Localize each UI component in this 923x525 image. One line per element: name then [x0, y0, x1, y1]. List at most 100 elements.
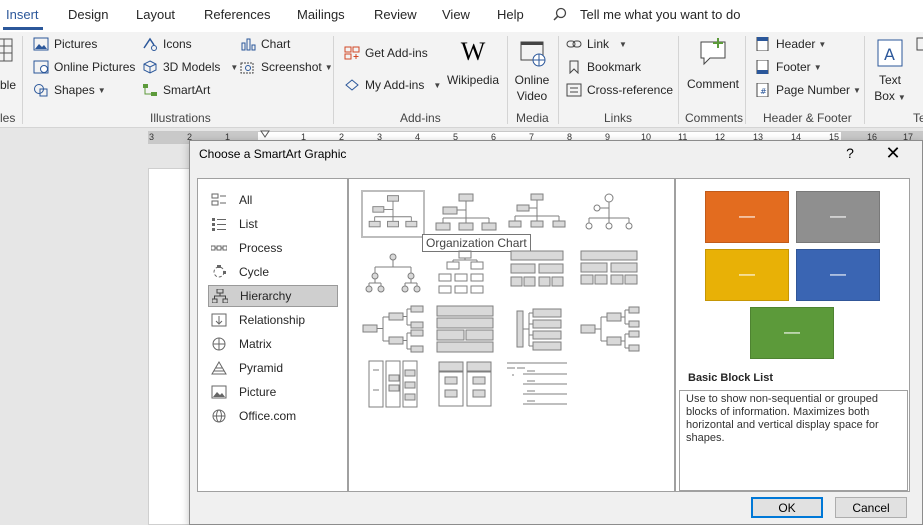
cancel-button[interactable]: Cancel	[835, 497, 907, 518]
comment-button[interactable]: Comment	[684, 36, 742, 92]
tab-help[interactable]: Help	[497, 7, 524, 22]
matrix-icon	[212, 337, 226, 351]
layout-half-circle-org-chart[interactable]	[505, 190, 569, 238]
layout-horizontal-organization-chart[interactable]	[505, 305, 569, 353]
store-icon	[344, 46, 360, 60]
help-button[interactable]: ?	[842, 145, 858, 161]
separator	[558, 36, 559, 124]
category-pyramid[interactable]: Pyramid	[208, 357, 338, 379]
layout-gallery: Organization Chart	[348, 178, 675, 492]
layout-circle-picture-hierarchy[interactable]	[577, 190, 641, 238]
footer-label: Footer	[776, 60, 811, 74]
3d-models-label: 3D Models	[163, 60, 221, 74]
separator	[507, 36, 508, 124]
pictures-button[interactable]: Pictures	[33, 37, 97, 51]
pyramid-icon	[211, 361, 227, 375]
layout-labeled-hierarchy[interactable]	[361, 249, 425, 297]
category-matrix[interactable]: Matrix	[208, 333, 338, 355]
tab-insert[interactable]: Insert	[6, 7, 39, 22]
layout-lined-list-hierarchy[interactable]	[361, 360, 425, 408]
search-icon[interactable]	[553, 7, 567, 21]
icons-label: Icons	[163, 37, 192, 51]
shapes-button[interactable]: Shapes ▼	[33, 83, 106, 97]
wikipedia-button[interactable]: W Wikipedia	[446, 38, 500, 88]
table-icon[interactable]	[0, 38, 14, 62]
chart-icon	[241, 38, 256, 51]
quick-parts-button-partial[interactable]	[916, 37, 923, 51]
chevron-down-icon: ▼	[897, 93, 906, 102]
tab-view[interactable]: View	[442, 7, 470, 22]
close-icon[interactable]: ✕	[883, 143, 903, 164]
icons-button[interactable]: Icons	[142, 37, 192, 51]
tab-mailings[interactable]: Mailings	[297, 7, 345, 22]
text-box-button[interactable]: A Text Box ▼	[870, 38, 910, 106]
page-number-button[interactable]: # Page Number ▼	[755, 83, 861, 97]
layout-horizontal-multi-level-hierarchy[interactable]	[505, 249, 569, 297]
bookmark-button[interactable]: Bookmark	[566, 60, 641, 74]
category-label: Cycle	[239, 265, 270, 279]
layout-horizontal-hierarchy[interactable]	[361, 305, 425, 353]
separator	[678, 36, 679, 124]
bookmark-label: Bookmark	[587, 60, 642, 74]
layout-lined-list[interactable]	[505, 360, 569, 408]
table-button-partial[interactable]: ble	[0, 78, 16, 92]
layout-name-and-title-org-chart[interactable]	[433, 190, 497, 238]
smartart-button[interactable]: SmartArt	[142, 83, 210, 97]
layout-hierarchy-list[interactable]	[577, 249, 641, 297]
addins-icon	[345, 79, 359, 91]
header-icon	[756, 37, 769, 51]
separator	[22, 36, 23, 124]
3d-models-button[interactable]: 3D Models ▼	[142, 60, 238, 74]
preview-block-orange: —	[705, 191, 789, 243]
category-hierarchy[interactable]: Hierarchy	[208, 285, 338, 307]
indent-marker-icon[interactable]	[260, 130, 270, 138]
tab-review[interactable]: Review	[374, 7, 417, 22]
my-addins-button[interactable]: My Add-ins ▼	[344, 78, 441, 92]
quick-parts-icon	[916, 37, 923, 51]
preview-block-yellow: —	[705, 249, 789, 301]
svg-text:#: #	[760, 87, 767, 96]
category-label: All	[239, 193, 253, 207]
category-relationship[interactable]: Relationship	[208, 309, 338, 331]
layout-organization-chart[interactable]	[361, 190, 425, 238]
ruler-number: 3	[149, 132, 155, 142]
tab-design[interactable]: Design	[68, 7, 108, 22]
link-button[interactable]: Link ▼	[566, 37, 627, 51]
separator	[333, 36, 334, 124]
layout-architecture-layout[interactable]	[433, 305, 497, 353]
tell-me-search[interactable]: Tell me what you want to do	[580, 7, 740, 22]
screenshot-label: Screenshot	[261, 60, 322, 74]
chevron-down-icon: ▼	[433, 80, 442, 90]
footer-button[interactable]: Footer ▼	[755, 60, 822, 74]
online-video-button[interactable]: Online Video	[510, 40, 554, 104]
layout-horizontal-labeled-hierarchy[interactable]	[577, 305, 641, 353]
category-office-com[interactable]: Office.com	[208, 405, 338, 427]
preview-block-blue: —	[796, 249, 880, 301]
category-cycle[interactable]: Cycle	[208, 261, 338, 283]
category-list-item[interactable]: List	[208, 213, 338, 235]
my-addins-label: My Add-ins	[365, 78, 425, 92]
chart-button[interactable]: Chart	[240, 37, 290, 51]
tab-layout[interactable]: Layout	[136, 7, 175, 22]
shapes-icon	[34, 84, 48, 97]
page-number-icon: #	[756, 83, 769, 97]
cross-reference-button[interactable]: Cross-reference	[566, 83, 673, 97]
screenshot-button[interactable]: Screenshot ▼	[240, 60, 333, 74]
category-process[interactable]: Process	[208, 237, 338, 259]
layout-table-hierarchy[interactable]	[433, 249, 497, 297]
group-label-comments: Comments	[685, 111, 744, 125]
online-pictures-label: Online Pictures	[54, 60, 136, 74]
category-picture[interactable]: Picture	[208, 381, 338, 403]
picture-icon	[211, 385, 227, 399]
header-button[interactable]: Header ▼	[755, 37, 826, 51]
online-pictures-button[interactable]: Online Pictures	[33, 60, 135, 74]
tab-references[interactable]: References	[204, 7, 270, 22]
get-addins-button[interactable]: Get Add-ins	[344, 46, 428, 60]
smartart-dialog: Choose a SmartArt Graphic ? ✕ All List P…	[189, 140, 923, 525]
layout-stacked-hierarchy[interactable]	[433, 360, 497, 408]
ok-button[interactable]: OK	[751, 497, 823, 518]
category-all[interactable]: All	[208, 189, 338, 211]
text-box-icon: A	[877, 39, 903, 67]
category-label: Picture	[239, 385, 277, 399]
globe-icon	[212, 409, 226, 423]
